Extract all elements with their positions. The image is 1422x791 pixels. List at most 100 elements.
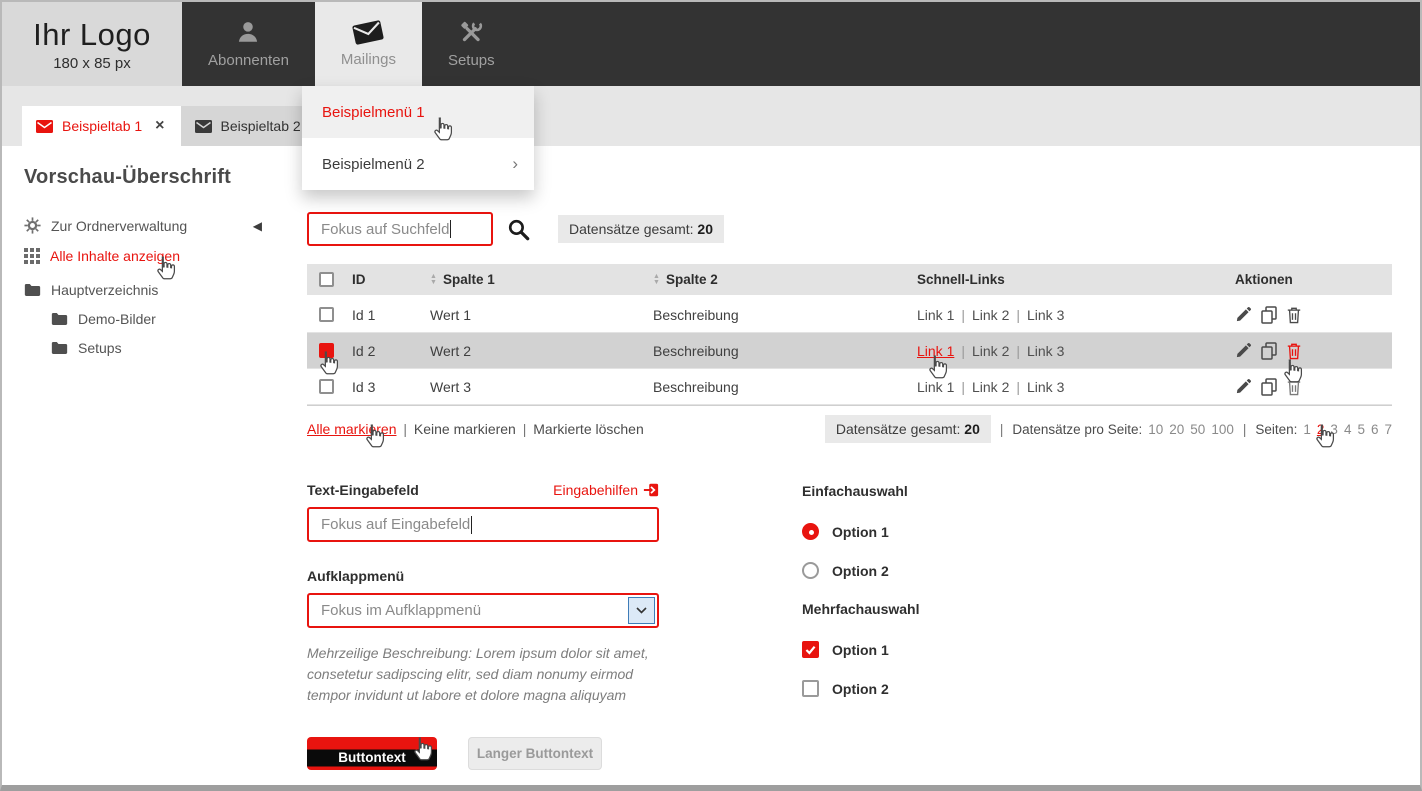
radio-option-2: Option 2 <box>802 562 919 579</box>
quick-link-2[interactable]: Link 2 <box>972 343 1009 359</box>
page-3[interactable]: 3 <box>1330 422 1338 437</box>
select-all-checkbox[interactable] <box>319 272 334 287</box>
copy-icon[interactable] <box>1261 306 1277 324</box>
nav-label: Abonnenten <box>208 52 289 69</box>
quick-link-2[interactable]: Link 2 <box>972 307 1009 323</box>
cell-spalte2: Beschreibung <box>653 307 917 323</box>
checkbox-option-label[interactable]: Option 2 <box>832 681 889 697</box>
records-total-label: Datensätze gesamt: <box>836 421 961 437</box>
envelope-icon <box>36 120 53 133</box>
delete-icon[interactable] <box>1286 378 1302 396</box>
quick-link-3[interactable]: Link 3 <box>1027 307 1064 323</box>
quick-link-1-hover[interactable]: Link 1 <box>917 343 954 359</box>
column-header-spalte1: Spalte 1 <box>443 272 495 287</box>
input-helpers-link[interactable]: Eingabehilfen <box>553 482 659 498</box>
secondary-button[interactable]: Langer Buttontext <box>468 737 602 770</box>
insert-page-icon <box>643 482 659 498</box>
dropdown-select[interactable]: Fokus im Aufklappmenü <box>307 593 659 628</box>
select-label: Aufklappmenü <box>307 568 659 584</box>
envelope-icon <box>195 120 212 133</box>
folder-item-demo-bilder[interactable]: Demo-Bilder <box>24 311 307 327</box>
nav-item-setups[interactable]: Setups <box>422 2 521 86</box>
link-separator: | <box>1016 343 1020 359</box>
quick-link-3[interactable]: Link 3 <box>1027 379 1064 395</box>
delete-icon-hover[interactable] <box>1286 342 1302 360</box>
sidebar-item-show-all-contents[interactable]: Alle Inhalte anzeigen <box>24 248 262 264</box>
quick-link-1[interactable]: Link 1 <box>917 379 954 395</box>
table-header-row: ID ▲▼ Spalte 1 ▲▼ Spalte 2 Schnell-Links… <box>307 264 1392 297</box>
per-page-option-100[interactable]: 100 <box>1211 422 1234 437</box>
cell-spalte2: Beschreibung <box>653 379 917 395</box>
page-4[interactable]: 4 <box>1344 422 1352 437</box>
row-checkbox-checked[interactable] <box>319 343 334 358</box>
form-right-column: Einfachauswahl Option 1 Option 2 Mehrfac… <box>802 482 919 770</box>
edit-icon[interactable] <box>1235 342 1252 359</box>
page-1[interactable]: 1 <box>1303 422 1311 437</box>
chevron-right-icon: › <box>512 154 518 174</box>
select-none-link[interactable]: Keine markieren <box>414 421 516 437</box>
page-2-hover[interactable]: 2 <box>1317 422 1325 437</box>
folder-item-setups[interactable]: Setups <box>24 340 307 356</box>
row-checkbox[interactable] <box>319 379 334 394</box>
sidebar-item-folder-management[interactable]: Zur Ordnerverwaltung ◀ <box>24 217 262 234</box>
page-5[interactable]: 5 <box>1357 422 1365 437</box>
select-all-link[interactable]: Alle markieren <box>307 421 396 437</box>
sort-icon[interactable]: ▲▼ <box>653 274 660 286</box>
per-page-option-20[interactable]: 20 <box>1169 422 1184 437</box>
edit-icon[interactable] <box>1235 306 1252 323</box>
checkbox-unchecked[interactable] <box>802 680 819 697</box>
primary-button-hover[interactable]: Buttontext <box>307 737 437 770</box>
checkbox-option-label[interactable]: Option 1 <box>832 642 889 658</box>
radio-selected[interactable] <box>802 523 819 540</box>
delete-selected-link[interactable]: Markierte löschen <box>533 421 644 437</box>
checkbox-option-2: Option 2 <box>802 680 919 697</box>
row-checkbox[interactable] <box>319 307 334 322</box>
nav-item-abonnenten[interactable]: Abonnenten <box>182 2 315 86</box>
form-left-column: Text-Eingabefeld Eingabehilfen Fokus auf… <box>307 482 659 770</box>
per-page-option-50[interactable]: 50 <box>1190 422 1205 437</box>
search-input[interactable]: Fokus auf Suchfeld <box>307 212 493 246</box>
close-icon[interactable]: × <box>155 117 164 135</box>
search-icon[interactable] <box>507 218 530 241</box>
logo-subtitle: 180 x 85 px <box>53 55 131 72</box>
copy-icon[interactable] <box>1261 342 1277 360</box>
records-total-value: 20 <box>964 421 980 437</box>
form-area: Text-Eingabefeld Eingabehilfen Fokus auf… <box>307 482 1392 770</box>
text-caret <box>471 516 472 534</box>
page-7[interactable]: 7 <box>1384 422 1392 437</box>
nav-item-mailings[interactable]: Mailings <box>315 2 422 86</box>
separator: | <box>403 421 407 437</box>
select-value: Fokus im Aufklappmenü <box>321 602 481 619</box>
menu-item-beispielmenu-2[interactable]: Beispielmenü 2 › <box>302 138 534 190</box>
delete-icon[interactable] <box>1286 306 1302 324</box>
radio-unselected[interactable] <box>802 562 819 579</box>
sidebar: Vorschau-Überschrift Zur Ordnerverwaltun… <box>2 146 307 770</box>
text-input[interactable]: Fokus auf Eingabefeld <box>307 507 659 542</box>
quick-link-2[interactable]: Link 2 <box>972 379 1009 395</box>
search-row: Fokus auf Suchfeld Datensätze gesamt: 20 <box>307 212 1392 246</box>
link-separator: | <box>1016 307 1020 323</box>
quick-link-3[interactable]: Link 3 <box>1027 343 1064 359</box>
folder-item-hauptverzeichnis[interactable]: Hauptverzeichnis <box>24 282 307 298</box>
copy-icon[interactable] <box>1261 378 1277 396</box>
link-separator: | <box>961 379 965 395</box>
per-page-option-10[interactable]: 10 <box>1148 422 1163 437</box>
person-icon <box>235 19 261 45</box>
link-separator: | <box>1016 379 1020 395</box>
tab-beispieltab-1[interactable]: Beispieltab 1 × <box>22 106 181 146</box>
menu-item-beispielmenu-1[interactable]: Beispielmenü 1 <box>302 86 534 138</box>
quick-link-1[interactable]: Link 1 <box>917 307 954 323</box>
sort-icon[interactable]: ▲▼ <box>430 274 437 286</box>
chevron-down-icon[interactable] <box>628 597 655 624</box>
radio-option-label[interactable]: Option 2 <box>832 563 889 579</box>
page-6[interactable]: 6 <box>1371 422 1379 437</box>
collapse-sidebar-icon[interactable]: ◀ <box>253 219 262 233</box>
radio-option-label[interactable]: Option 1 <box>832 524 889 540</box>
cell-id: Id 3 <box>340 379 430 395</box>
checkbox-checked[interactable] <box>802 641 819 658</box>
table-row: Id 3 Wert 3 Beschreibung Link 1|Link 2|L… <box>307 369 1392 405</box>
table-row: Id 1 Wert 1 Beschreibung Link 1|Link 2|L… <box>307 297 1392 333</box>
link-separator: | <box>961 307 965 323</box>
edit-icon[interactable] <box>1235 378 1252 395</box>
mailings-dropdown-menu: Beispielmenü 1 Beispielmenü 2 › <box>302 86 534 190</box>
